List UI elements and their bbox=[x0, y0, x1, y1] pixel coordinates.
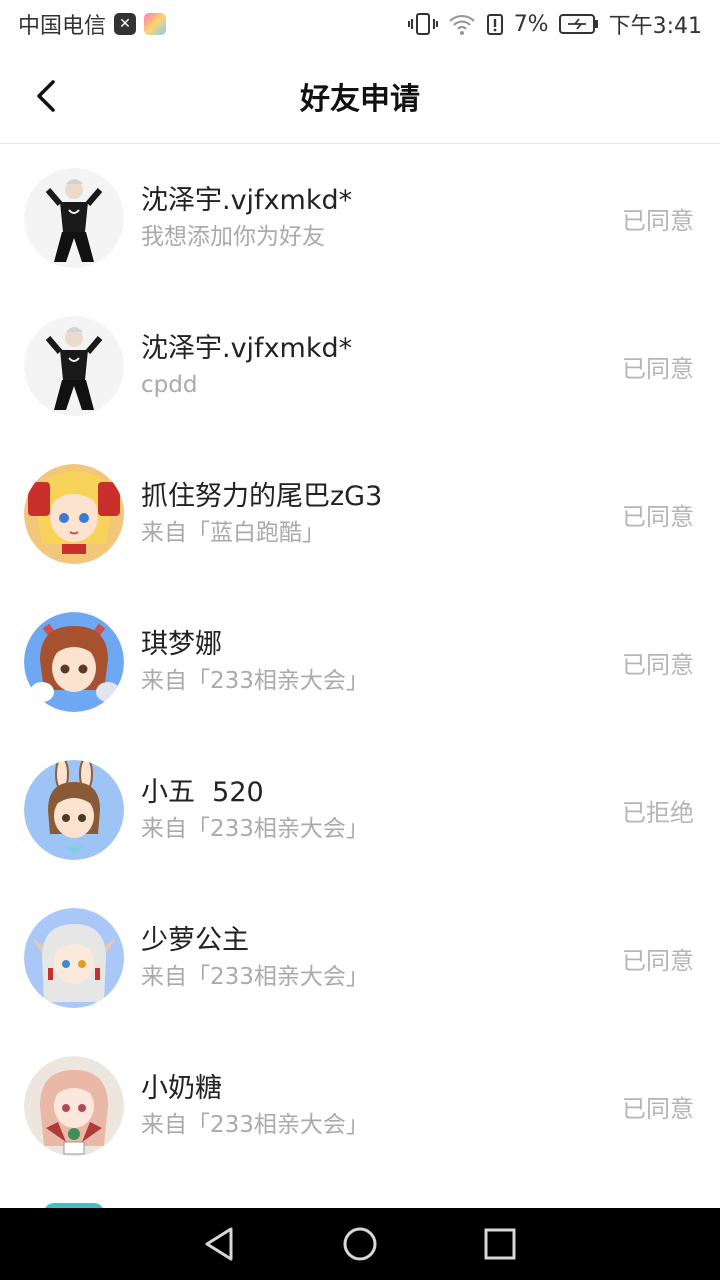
requester-name: 沈泽宇.vjfxmkd* bbox=[141, 333, 353, 364]
nav-home-button[interactable] bbox=[330, 1214, 390, 1274]
request-status: 已同意 bbox=[622, 650, 694, 679]
chevron-left-icon bbox=[37, 80, 55, 112]
avatar[interactable] bbox=[24, 612, 124, 712]
requester-name: 小五 520 bbox=[141, 777, 264, 808]
system-navigation-bar bbox=[0, 1208, 720, 1280]
battery-icon bbox=[558, 13, 599, 35]
request-message: 我想添加你为好友 bbox=[141, 224, 325, 250]
requester-name: 琪梦娜 bbox=[141, 629, 222, 660]
nav-recents-button[interactable] bbox=[470, 1214, 530, 1274]
friend-request-item[interactable]: 小奶糖 来自「233相亲大会」 已同意 bbox=[0, 1032, 720, 1180]
friend-request-item[interactable]: 沈泽宇.vjfxmkd* cpdd 已同意 bbox=[0, 292, 720, 440]
request-message: cpdd bbox=[141, 372, 198, 398]
header-bar: 好友申请 bbox=[0, 48, 720, 144]
requester-name: 沈泽宇.vjfxmkd* bbox=[141, 185, 353, 216]
triangle-back-icon bbox=[205, 1227, 233, 1261]
avatar[interactable] bbox=[24, 168, 124, 268]
vibrate-icon bbox=[407, 12, 438, 36]
status-bar: 中国电信 ✕ 7% 下午3:41 bbox=[0, 0, 720, 48]
requester-name: 少萝公主 bbox=[141, 925, 249, 956]
back-button[interactable] bbox=[20, 70, 72, 122]
requester-name: 小奶糖 bbox=[141, 1073, 222, 1104]
request-status: 已同意 bbox=[622, 354, 694, 383]
request-status: 已同意 bbox=[622, 1094, 694, 1123]
nav-back-button[interactable] bbox=[190, 1214, 250, 1274]
friend-request-item[interactable]: 抓住努力的尾巴zG3 来自「蓝白跑酷」 已同意 bbox=[0, 440, 720, 588]
clock: 下午3:41 bbox=[608, 14, 702, 39]
battery-alert-icon bbox=[486, 12, 504, 36]
request-message: 来自「蓝白跑酷」 bbox=[141, 520, 325, 546]
request-message: 来自「233相亲大会」 bbox=[141, 1112, 369, 1138]
square-recents-icon bbox=[484, 1228, 516, 1260]
carrier-label: 中国电信 bbox=[18, 14, 107, 39]
avatar[interactable] bbox=[24, 908, 124, 1008]
requester-name: 抓住努力的尾巴zG3 bbox=[141, 481, 383, 512]
friend-request-item[interactable]: 琪梦娜 来自「233相亲大会」 已同意 bbox=[0, 588, 720, 736]
request-message: 来自「233相亲大会」 bbox=[141, 816, 369, 842]
request-status: 已同意 bbox=[622, 946, 694, 975]
request-message: 来自「233相亲大会」 bbox=[141, 668, 369, 694]
friend-request-item[interactable]: 少萝公主 来自「233相亲大会」 已同意 bbox=[0, 884, 720, 1032]
avatar[interactable] bbox=[24, 464, 124, 564]
friend-request-item[interactable]: 沈泽宇.vjfxmkd* 我想添加你为好友 已同意 bbox=[0, 144, 720, 292]
circle-home-icon bbox=[343, 1227, 377, 1261]
page-title: 好友申请 bbox=[300, 81, 420, 117]
battery-percent: 7% bbox=[513, 11, 549, 37]
request-status: 已同意 bbox=[622, 206, 694, 235]
request-status: 已拒绝 bbox=[622, 798, 694, 827]
avatar[interactable] bbox=[24, 760, 124, 860]
request-message: 来自「233相亲大会」 bbox=[141, 964, 369, 990]
wifi-icon bbox=[448, 12, 476, 36]
avatar[interactable] bbox=[24, 316, 124, 416]
friend-request-item[interactable]: 小五 520 来自「233相亲大会」 已拒绝 bbox=[0, 736, 720, 884]
app-notification-icon: ✕ bbox=[114, 13, 137, 35]
request-status: 已同意 bbox=[622, 502, 694, 531]
app-notification-icon bbox=[144, 13, 167, 35]
avatar[interactable] bbox=[24, 1056, 124, 1156]
friend-request-list: 沈泽宇.vjfxmkd* 我想添加你为好友 已同意 沈泽宇.vjfxmkd* c… bbox=[0, 144, 720, 1180]
